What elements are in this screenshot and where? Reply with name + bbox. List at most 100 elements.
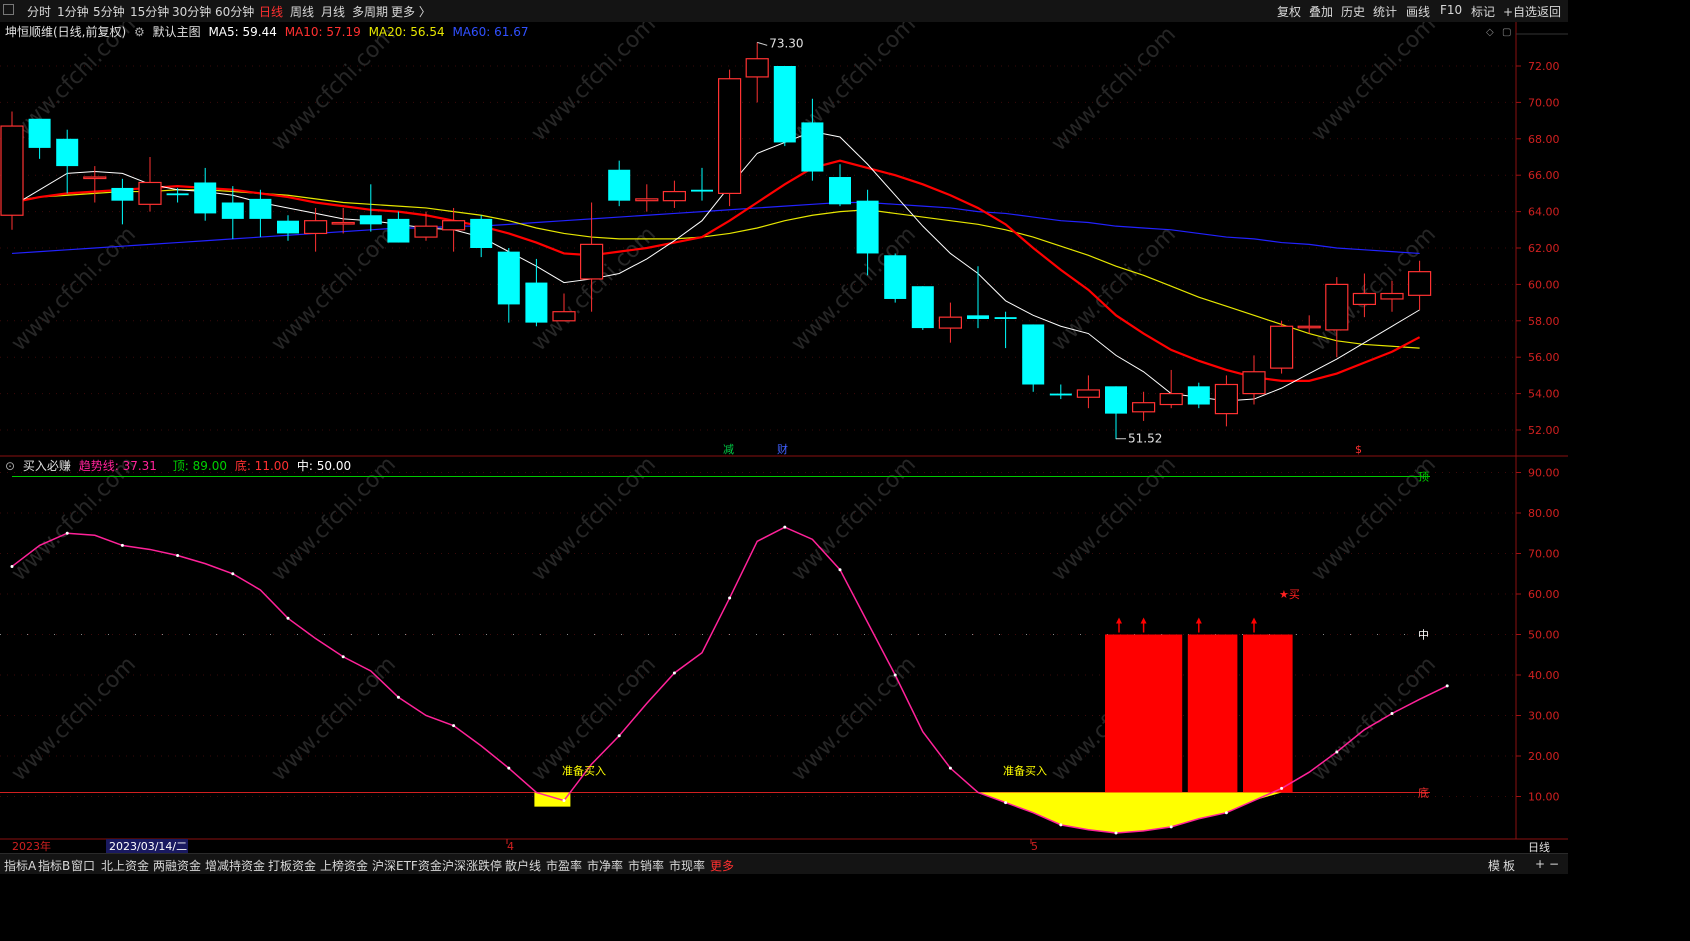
trend-dot	[10, 564, 14, 568]
bottom-tab-2[interactable]: 窗口	[71, 857, 95, 874]
candle-body	[1131, 402, 1156, 413]
period-tab-2[interactable]: 5分钟	[93, 3, 125, 20]
bottom-right-control-1[interactable]: 板	[1503, 857, 1515, 874]
candle-body	[1352, 292, 1377, 306]
trend-dot	[1059, 823, 1063, 827]
toolbar-button-3[interactable]: 统计	[1373, 3, 1397, 20]
bottom-right-control-3[interactable]: −	[1549, 857, 1559, 871]
template-gear-icon[interactable]: ⚙	[134, 25, 145, 39]
candle-body	[249, 198, 272, 219]
toolbar-button-2[interactable]: 历史	[1341, 3, 1365, 20]
candle-body	[0, 125, 24, 216]
candle-body	[56, 138, 79, 167]
price-tick-label: 70.00	[1528, 96, 1560, 109]
x-month-4: 4	[507, 840, 514, 853]
indicator-toggle-icon[interactable]: ⊙	[5, 459, 15, 473]
toolbar-button-5[interactable]: F10	[1440, 3, 1462, 17]
candle-body	[166, 193, 189, 196]
top-toolbar: 分时 1分钟 5分钟 15分钟 30分钟 60分钟 日线 周线 月线 多周期 更多 〉 复权 叠加 历史…	[0, 0, 1568, 23]
period-tab-0[interactable]: 分时	[27, 3, 51, 20]
candle-body	[1159, 393, 1183, 406]
top-tag: 顶	[1418, 471, 1429, 484]
bottom-tab-1[interactable]: 指标B	[38, 857, 70, 874]
event-mark-dollar: $	[1355, 443, 1362, 456]
menu-square-icon[interactable]	[3, 4, 14, 15]
bottom-tab-5[interactable]: 增减持资金	[205, 857, 265, 874]
period-tab-10[interactable]: 更多 〉	[391, 3, 431, 20]
mid-label: 中: 50.00	[296, 459, 352, 473]
trend-dot	[231, 572, 235, 576]
toolbar-button-8[interactable]: 返回	[1537, 3, 1561, 20]
candle-body	[277, 220, 299, 234]
trend-dot	[286, 616, 290, 620]
indicator-tick-label: 20.00	[1528, 750, 1560, 763]
toolbar-button-1[interactable]: 叠加	[1309, 3, 1333, 20]
price-tick-label: 58.00	[1528, 315, 1560, 328]
candle-body	[1105, 386, 1127, 414]
bottom-right-control-2[interactable]: +	[1535, 857, 1545, 871]
period-tab-9[interactable]: 多周期	[352, 3, 388, 20]
candle-body	[911, 286, 934, 329]
price-tick-label: 54.00	[1528, 388, 1560, 401]
bottom-tab-10[interactable]: 散户线	[505, 857, 541, 874]
toolbar-button-0[interactable]: 复权	[1277, 3, 1301, 20]
bottom-tab-12[interactable]: 市净率	[587, 857, 623, 874]
candle-body	[194, 182, 217, 214]
bottom-tab-0[interactable]: 指标A	[4, 857, 36, 874]
trend-dot	[1445, 684, 1449, 688]
template-name[interactable]: 默认主图	[153, 25, 201, 39]
ma60-label: MA60: 61.67	[452, 25, 529, 39]
candle-body	[662, 190, 687, 202]
candle-body	[745, 58, 769, 78]
period-tab-5[interactable]: 60分钟	[215, 3, 254, 20]
bottom-tab-9[interactable]: 沪深涨跌停	[442, 857, 502, 874]
candle-body	[552, 311, 576, 322]
bottom-tab-14[interactable]: 市现率	[669, 857, 705, 874]
period-tab-3[interactable]: 15分钟	[130, 3, 169, 20]
toolbar-button-6[interactable]: 标记	[1471, 3, 1495, 20]
candle-body	[1187, 386, 1210, 405]
indicator-tick-label: 60.00	[1528, 588, 1560, 601]
candle-body	[1076, 389, 1101, 398]
period-tab-1[interactable]: 1分钟	[57, 3, 89, 20]
candle-body	[331, 221, 355, 225]
period-tab-4[interactable]: 30分钟	[172, 3, 211, 20]
period-tab-6[interactable]: 日线	[259, 3, 283, 20]
candle-body	[525, 282, 548, 323]
mid-tag: 中	[1418, 629, 1429, 642]
bottom-tab-11[interactable]: 市盈率	[546, 857, 582, 874]
bottom-right-control-0[interactable]: 模	[1488, 857, 1500, 874]
period-tab-8[interactable]: 月线	[321, 3, 345, 20]
bottom-tab-8[interactable]: 沪深ETF资金	[372, 857, 442, 874]
indicator-name[interactable]: 买入必赚	[23, 459, 71, 473]
candle-body	[442, 220, 466, 231]
trend-dot	[893, 673, 897, 677]
trend-dot	[176, 554, 180, 558]
bottom-tab-7[interactable]: 上榜资金	[320, 857, 368, 874]
toolbar-button-4[interactable]: 画线	[1406, 3, 1430, 20]
ma20-label: MA20: 56.54	[368, 25, 445, 39]
candle-body	[967, 315, 989, 319]
trend-dot	[948, 766, 952, 770]
bottom-tab-6[interactable]: 打板资金	[268, 857, 316, 874]
red-signal-bar	[1105, 634, 1183, 793]
indicator-tick-label: 90.00	[1528, 467, 1560, 480]
bottom-tab-4[interactable]: 两融资金	[153, 857, 201, 874]
candle-body	[1407, 271, 1432, 296]
bottom-tab-3[interactable]: 北上资金	[101, 857, 149, 874]
bottom-tab-13[interactable]: 市销率	[628, 857, 664, 874]
candle-body	[829, 177, 851, 205]
toolbar-button-7[interactable]: +自选	[1503, 3, 1537, 20]
indicator-tick-label: 40.00	[1528, 669, 1560, 682]
price-tick-label: 64.00	[1528, 206, 1560, 219]
bottom-tab-15[interactable]: 更多	[710, 857, 734, 874]
period-tab-7[interactable]: 周线	[290, 3, 314, 20]
window-icon: ▢	[1502, 27, 1511, 38]
stock-title[interactable]: 坤恒顺维(日线,前复权)	[5, 25, 126, 39]
trend-dot	[672, 671, 676, 675]
ma10-label: MA10: 57.19	[284, 25, 361, 39]
candle-body	[138, 181, 162, 205]
trend-dot	[1224, 811, 1228, 815]
candle-body	[497, 251, 520, 305]
candle-body	[83, 176, 107, 180]
